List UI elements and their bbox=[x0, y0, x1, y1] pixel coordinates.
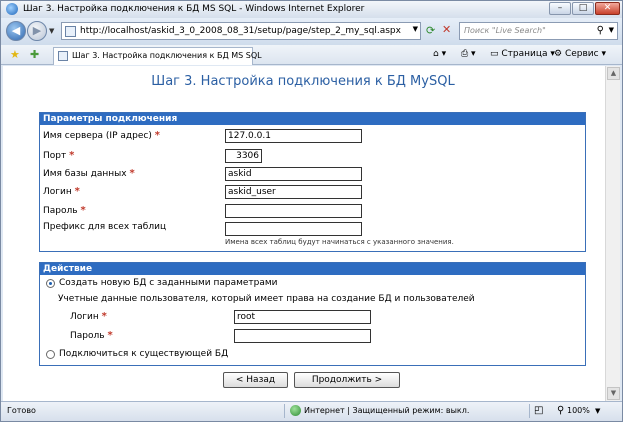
prefix-hint: Имена всех таблиц будут начинаться с ука… bbox=[225, 238, 454, 246]
browser-window: Шаг 3. Настройка подключения к БД MS SQL… bbox=[0, 0, 623, 422]
required-mark: * bbox=[107, 330, 113, 341]
db-name-input[interactable]: askid bbox=[225, 167, 362, 181]
favorites-star-icon[interactable]: ★ bbox=[10, 48, 20, 61]
port-input[interactable]: 3306 bbox=[225, 149, 262, 163]
tab-bar: ★ ✚ Шаг 3. Настройка подключения к БД MS… bbox=[1, 45, 622, 65]
password-input[interactable] bbox=[225, 204, 362, 218]
internet-zone-icon bbox=[290, 405, 301, 416]
server-input[interactable]: 127.0.0.1 bbox=[225, 129, 362, 143]
required-mark: * bbox=[101, 311, 107, 322]
action-header: Действие bbox=[40, 263, 585, 275]
security-zone-text[interactable]: Интернет | Защищенный режим: выкл. bbox=[304, 406, 469, 415]
zoom-icon[interactable]: ⚲ bbox=[557, 405, 564, 416]
search-dropdown-icon[interactable]: ▼ bbox=[609, 26, 614, 34]
home-icon[interactable]: ⌂ ▾ bbox=[433, 49, 446, 59]
prefix-input[interactable] bbox=[225, 222, 362, 236]
page-title: Шаг 3. Настройка подключения к БД MySQL bbox=[151, 74, 455, 89]
required-mark: * bbox=[80, 205, 86, 216]
refresh-icon[interactable]: ⟳ bbox=[426, 24, 435, 37]
zoom-level[interactable]: 100% bbox=[567, 406, 590, 415]
scroll-down-icon[interactable]: ▼ bbox=[607, 387, 620, 400]
admin-login-input[interactable]: root bbox=[234, 310, 371, 324]
tab-title[interactable]: Шаг 3. Настройка подключения к БД MS SQL bbox=[72, 51, 262, 60]
admin-login-label: Логин * bbox=[70, 311, 107, 322]
vertical-scrollbar[interactable]: ▲ ▼ bbox=[605, 66, 620, 401]
address-dropdown-icon[interactable]: ▼ bbox=[413, 25, 418, 33]
search-icon[interactable]: ⚲ bbox=[597, 25, 604, 36]
login-input[interactable]: askid_user bbox=[225, 185, 362, 199]
server-label: Имя сервера (IP адрес) * bbox=[43, 130, 160, 141]
protected-mode-icon: ◰ bbox=[534, 405, 544, 416]
action-section: Действие Создать новую БД с заданными па… bbox=[39, 262, 586, 366]
tab-page-icon bbox=[58, 51, 68, 61]
browser-tab[interactable]: Шаг 3. Настройка подключения к БД MS SQL bbox=[53, 47, 262, 65]
maximize-button[interactable]: □ bbox=[572, 2, 594, 15]
title-bar: Шаг 3. Настройка подключения к БД MS SQL… bbox=[1, 1, 622, 18]
required-mark: * bbox=[129, 168, 135, 179]
prefix-label: Префикс для всех таблиц bbox=[43, 222, 167, 232]
back-step-button[interactable]: < Назад bbox=[223, 372, 288, 388]
status-divider bbox=[529, 404, 530, 418]
page-menu-label[interactable]: Страница bbox=[501, 49, 547, 59]
status-bar: Готово Интернет | Защищенный режим: выкл… bbox=[1, 401, 622, 421]
address-url[interactable]: http://localhost/askid_3_0_2008_08_31/se… bbox=[80, 26, 401, 36]
ie-logo-icon bbox=[6, 3, 18, 15]
forward-button[interactable]: ▶ bbox=[27, 21, 47, 41]
zoom-dropdown-icon[interactable]: ▼ bbox=[595, 407, 600, 415]
continue-button[interactable]: Продолжить > bbox=[294, 372, 400, 388]
port-label: Порт * bbox=[43, 150, 75, 161]
create-db-label[interactable]: Создать новую БД с заданными параметрами bbox=[59, 278, 278, 288]
db-name-label: Имя базы данных * bbox=[43, 168, 135, 179]
address-bar[interactable]: http://localhost/askid_3_0_2008_08_31/se… bbox=[61, 22, 421, 40]
connection-section: Параметры подключения Имя сервера (IP ад… bbox=[39, 112, 586, 252]
status-divider bbox=[284, 404, 285, 418]
tools-menu-label[interactable]: Сервис bbox=[565, 49, 599, 59]
window-title: Шаг 3. Настройка подключения к БД MS SQL… bbox=[23, 4, 365, 14]
create-db-radio[interactable] bbox=[46, 279, 55, 288]
status-text: Готово bbox=[7, 406, 36, 415]
recent-pages-dropdown-icon[interactable]: ▼ bbox=[49, 27, 54, 35]
search-placeholder[interactable]: Поиск "Live Search" bbox=[464, 26, 546, 35]
admin-password-input[interactable] bbox=[234, 329, 371, 343]
required-mark: * bbox=[154, 130, 160, 141]
page-menu[interactable]: ▭ Страница ▾ bbox=[490, 49, 555, 59]
add-favorites-icon[interactable]: ✚ bbox=[30, 48, 39, 61]
stop-icon[interactable]: ✕ bbox=[442, 23, 451, 36]
login-label: Логин * bbox=[43, 186, 80, 197]
page-icon bbox=[65, 26, 76, 37]
scroll-up-icon[interactable]: ▲ bbox=[607, 67, 620, 80]
back-button[interactable]: ◀ bbox=[6, 21, 26, 41]
connect-existing-radio[interactable] bbox=[46, 350, 55, 359]
print-icon[interactable]: ⎙ ▾ bbox=[461, 49, 476, 59]
required-mark: * bbox=[74, 186, 80, 197]
search-box[interactable]: Поиск "Live Search" ⚲ ▼ bbox=[459, 22, 618, 40]
credentials-caption: Учетные данные пользователя, который име… bbox=[58, 294, 475, 304]
minimize-button[interactable]: – bbox=[549, 2, 571, 15]
close-button[interactable]: ✕ bbox=[595, 2, 620, 15]
page-content: Шаг 3. Настройка подключения к БД MySQL … bbox=[3, 66, 620, 401]
connect-existing-label[interactable]: Подключиться к существующей БД bbox=[59, 349, 228, 359]
connection-header: Параметры подключения bbox=[40, 113, 585, 125]
required-mark: * bbox=[69, 150, 75, 161]
admin-password-label: Пароль * bbox=[70, 330, 113, 341]
password-label: Пароль * bbox=[43, 205, 86, 216]
tools-menu[interactable]: ⚙ Сервис ▾ bbox=[554, 49, 606, 59]
address-toolbar: ◀ ▶ ▼ http://localhost/askid_3_0_2008_08… bbox=[1, 18, 622, 45]
